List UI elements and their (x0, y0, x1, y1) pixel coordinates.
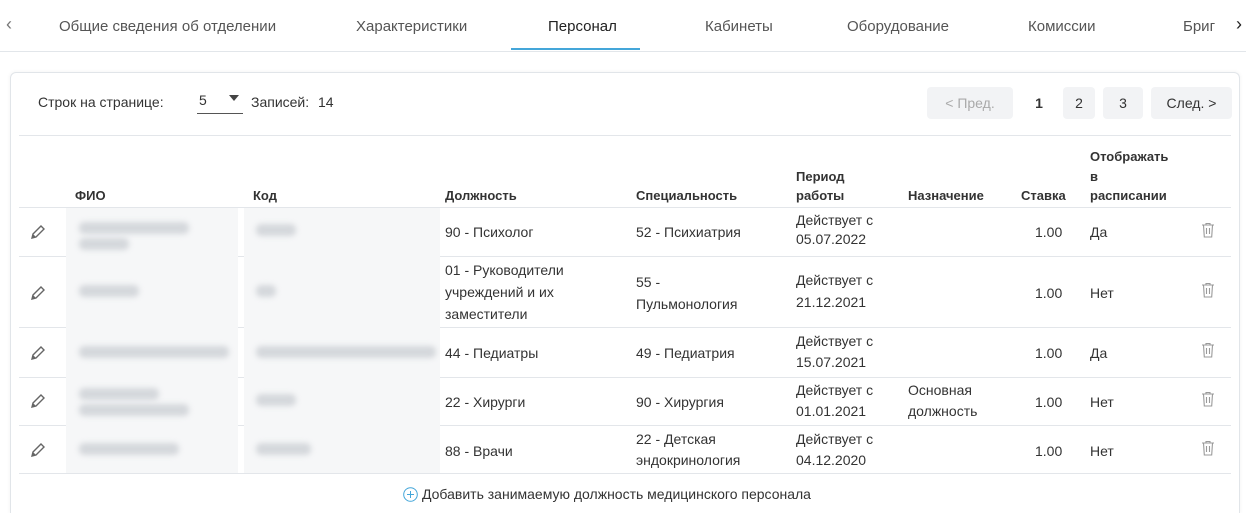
cell-position-line1: 01 - Руководители (445, 262, 564, 278)
header-show-line1: Отображать (1090, 149, 1169, 164)
caret-down-icon (229, 95, 239, 101)
header-fio: ФИО (75, 188, 106, 203)
cell-specialty-line1: 22 - Детская (636, 431, 716, 447)
header-position: Должность (445, 188, 517, 203)
rows-per-page-label: Строк на странице: (38, 94, 164, 110)
edit-pencil-icon[interactable] (30, 442, 46, 458)
page-3-button[interactable]: 3 (1103, 87, 1143, 119)
header-rate: Ставка (1021, 188, 1066, 203)
edit-pencil-icon[interactable] (30, 393, 46, 409)
tab-clip: Бриг (1183, 0, 1230, 50)
page-2-button[interactable]: 2 (1063, 87, 1095, 119)
tab-general-info[interactable]: Общие сведения об отделении (59, 18, 276, 35)
next-page-button[interactable]: След. > (1151, 87, 1232, 119)
redacted-fio (79, 404, 189, 416)
trash-icon[interactable] (1201, 440, 1215, 456)
redacted-fio (79, 443, 179, 455)
records-count: 14 (318, 94, 334, 110)
cell-rate: 1.00 (1035, 224, 1063, 240)
cell-assignment-line2: должность (908, 403, 978, 419)
cell-assignment-line1: Основная (908, 382, 972, 398)
redacted-code (256, 394, 296, 406)
rows-per-page-value: 5 (199, 92, 207, 108)
tab-commissions[interactable]: Комиссии (1028, 18, 1096, 35)
redacted-fio (79, 238, 129, 250)
redacted-code-column (244, 208, 440, 473)
cell-specialty: 52 - Психиатрия (636, 224, 741, 240)
trash-icon[interactable] (1201, 391, 1215, 407)
cell-period-line1: Действует с (796, 382, 874, 398)
cell-period-line1: Действует с (796, 431, 874, 447)
cell-position: 22 - Хирурги (445, 394, 526, 410)
row-divider (19, 473, 1231, 474)
cell-period-line2: 05.07.2022 (796, 231, 867, 247)
active-tab-indicator (511, 48, 640, 50)
header-code: Код (253, 188, 277, 203)
header-period-line2: работы (796, 188, 845, 203)
cell-specialty: 49 - Педиатрия (636, 345, 735, 361)
cell-period-line1: Действует с (796, 272, 874, 288)
cell-specialty-line2: эндокринология (636, 452, 741, 468)
cell-period-line2: 04.12.2020 (796, 452, 867, 468)
add-staff-position-label: Добавить занимаемую должность медицинско… (422, 486, 811, 502)
cell-show-in-schedule: Нет (1090, 285, 1114, 301)
cell-position: 90 - Психолог (445, 224, 534, 240)
rows-per-page-select[interactable]: 5 (197, 90, 243, 114)
trash-icon[interactable] (1201, 222, 1215, 238)
redacted-fio (79, 346, 229, 358)
redacted-code (256, 443, 311, 455)
tab-bar: ‹ Общие сведения об отделении Характерис… (0, 0, 1246, 52)
cell-specialty: 90 - Хирургия (636, 394, 724, 410)
chevron-left-icon[interactable]: ‹ (6, 14, 12, 35)
header-show-line2: в (1090, 169, 1098, 184)
redacted-fio (79, 222, 189, 234)
redacted-fio (79, 285, 139, 297)
cell-period-line2: 15.07.2021 (796, 354, 867, 370)
cell-period-line2: 21.12.2021 (796, 294, 867, 310)
page-1-button[interactable]: 1 (1023, 87, 1055, 119)
cell-position-line3: заместители (445, 306, 528, 322)
cell-rate: 1.00 (1035, 394, 1063, 410)
trash-icon[interactable] (1201, 282, 1215, 298)
cell-show-in-schedule: Да (1090, 345, 1108, 361)
cell-show-in-schedule: Да (1090, 224, 1108, 240)
cell-position-line2: учреждений и их (445, 284, 554, 300)
edit-pencil-icon[interactable] (30, 285, 46, 301)
cell-position: 88 - Врачи (445, 443, 513, 459)
add-staff-position-button[interactable]: Добавить занимаемую должность медицинско… (403, 484, 811, 504)
tab-equipment[interactable]: Оборудование (847, 18, 949, 35)
table-top-divider (19, 135, 1231, 136)
redacted-code (256, 285, 276, 297)
header-period-line1: Период (796, 169, 845, 184)
header-specialty: Специальность (636, 188, 738, 203)
plus-circle-icon (403, 486, 418, 502)
cell-show-in-schedule: Нет (1090, 394, 1114, 410)
cell-show-in-schedule: Нет (1090, 443, 1114, 459)
redacted-code (256, 224, 296, 236)
prev-page-button[interactable]: < Пред. (927, 87, 1013, 119)
header-assignment: Назначение (908, 188, 984, 203)
edit-pencil-icon[interactable] (30, 224, 46, 240)
cell-rate: 1.00 (1035, 345, 1063, 361)
cell-position: 44 - Педиатры (445, 345, 539, 361)
redacted-code (256, 346, 436, 358)
tab-rooms[interactable]: Кабинеты (705, 18, 773, 35)
tab-characteristics[interactable]: Характеристики (356, 18, 467, 35)
cell-rate: 1.00 (1035, 285, 1063, 301)
chevron-right-icon[interactable]: › (1236, 14, 1242, 35)
header-show-line3: расписании (1090, 188, 1167, 203)
cell-specialty-line2: Пульмонология (636, 296, 738, 312)
redacted-fio (79, 388, 159, 400)
records-label: Записей: (251, 94, 310, 110)
cell-rate: 1.00 (1035, 443, 1063, 459)
cell-period-line2: 01.01.2021 (796, 403, 867, 419)
trash-icon[interactable] (1201, 342, 1215, 358)
cell-period-line1: Действует с (796, 212, 874, 228)
edit-pencil-icon[interactable] (30, 345, 46, 361)
tab-personnel[interactable]: Персонал (548, 18, 617, 35)
tab-brigades[interactable]: Бриг (1183, 18, 1215, 35)
cell-specialty-line1: 55 - (636, 274, 661, 290)
cell-period-line1: Действует с (796, 333, 874, 349)
